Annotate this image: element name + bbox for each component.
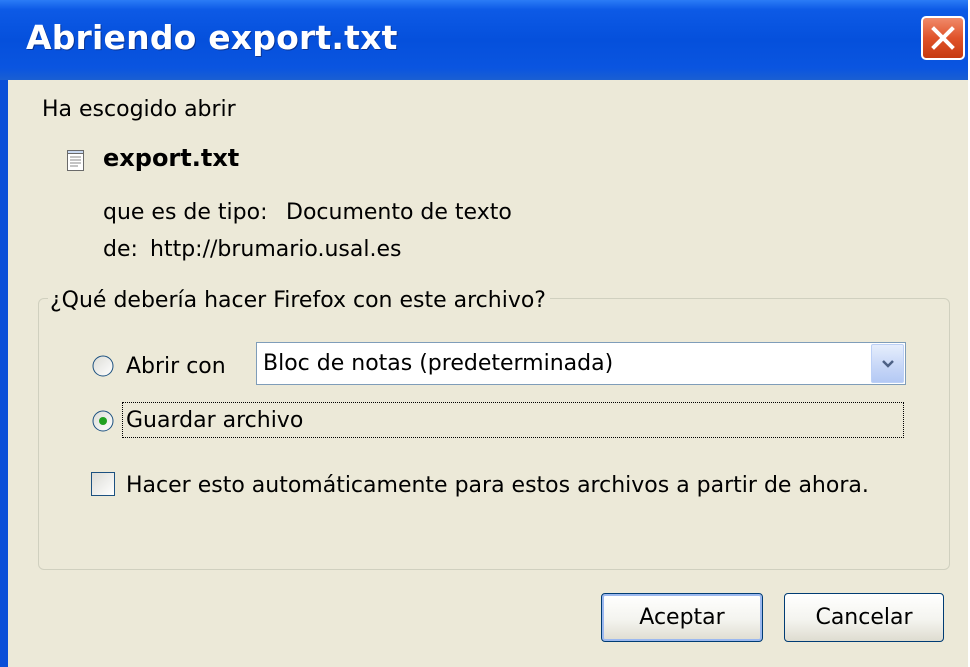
chevron-down-icon	[882, 360, 894, 368]
accept-button[interactable]: Aceptar	[601, 593, 763, 642]
text-file-icon	[67, 150, 84, 171]
file-name: export.txt	[103, 144, 240, 172]
action-group-legend: ¿Qué debería hacer Firefox con este arch…	[48, 288, 550, 313]
file-source-value: http://brumario.usal.es	[150, 237, 402, 262]
close-button[interactable]	[921, 16, 965, 60]
cancel-button[interactable]: Cancelar	[784, 593, 944, 642]
file-type-value: Documento de texto	[286, 200, 512, 225]
dialog-body: Ha escogido abrir export.txt que es de t…	[8, 80, 968, 667]
save-file-radio[interactable]	[92, 410, 114, 432]
file-source-label: de:	[103, 237, 138, 262]
auto-action-label[interactable]: Hacer esto automáticamente para estos ar…	[126, 473, 869, 498]
open-with-app-select[interactable]: Bloc de notas (predeterminada)	[256, 342, 906, 385]
dialog-title: Abriendo export.txt	[26, 18, 398, 57]
auto-action-checkbox[interactable]	[91, 472, 115, 496]
file-type-label: que es de tipo:	[103, 200, 268, 225]
save-file-label[interactable]: Guardar archivo	[126, 408, 303, 433]
dropdown-button[interactable]	[871, 344, 904, 383]
close-icon	[931, 26, 955, 50]
dialog-window: Abriendo export.txt Ha escogido abrir ex…	[0, 0, 968, 667]
intro-text: Ha escogido abrir	[42, 97, 236, 122]
open-with-app-value: Bloc de notas (predeterminada)	[263, 351, 614, 376]
open-with-label[interactable]: Abrir con	[126, 354, 226, 379]
title-bar[interactable]: Abriendo export.txt	[0, 0, 968, 80]
open-with-radio[interactable]	[92, 355, 114, 377]
